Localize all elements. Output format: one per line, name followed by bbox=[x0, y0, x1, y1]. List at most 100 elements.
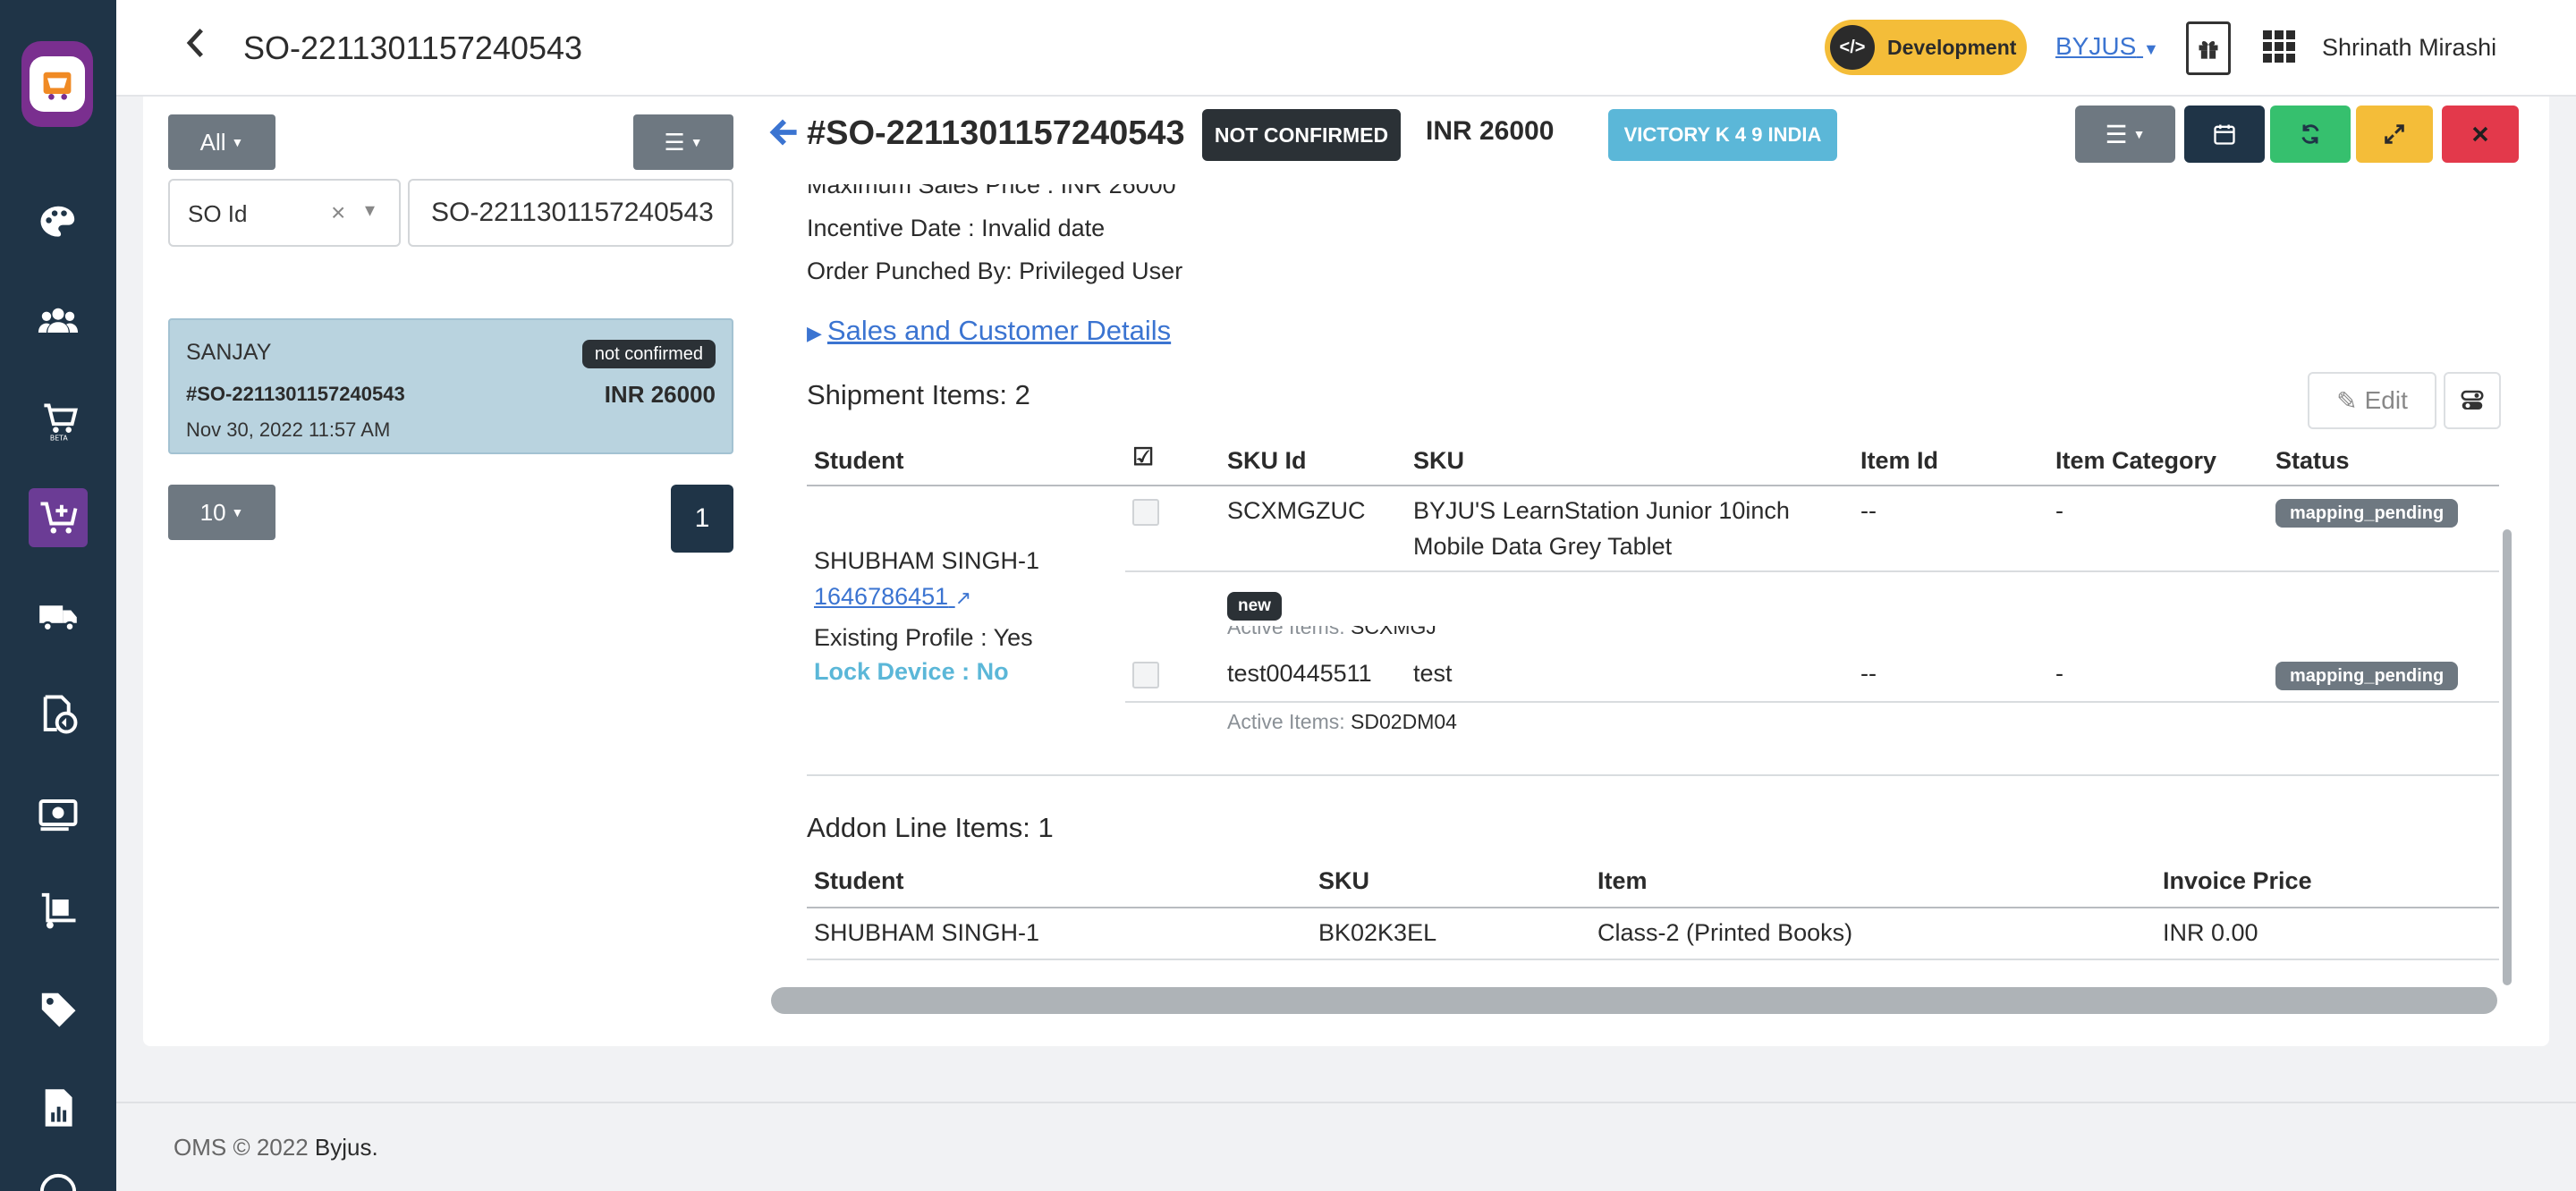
edit-button[interactable]: ✎ Edit bbox=[2308, 372, 2436, 429]
addon-sku: BK02K3EL bbox=[1318, 919, 1437, 946]
sales-link-label: Sales and Customer Details bbox=[826, 315, 1172, 346]
app-logo[interactable] bbox=[21, 41, 93, 127]
toggle-icon bbox=[2461, 390, 2484, 410]
shipment-items-title: Shipment Items: 2 bbox=[807, 379, 1030, 410]
msp-info: Maximum Sales Price : INR 26000 bbox=[807, 172, 1176, 198]
order-list-item[interactable]: SANJAY not confirmed #SO-221130115724054… bbox=[168, 318, 733, 454]
detail-amount: INR 26000 bbox=[1426, 116, 1555, 146]
close-button[interactable] bbox=[2442, 106, 2519, 163]
addon-student: SHUBHAM SINGH-1 bbox=[814, 919, 1040, 946]
row-item-id: -- bbox=[1860, 497, 1877, 524]
code-icon: </> bbox=[1830, 25, 1875, 70]
gift-button[interactable] bbox=[2186, 21, 2231, 75]
existing-profile: Existing Profile : Yes bbox=[814, 624, 1033, 651]
row-sku-line1: BYJU'S LearnStation Junior 10inch bbox=[1413, 497, 1790, 524]
student-phone-link[interactable]: 1646786451 ↗ bbox=[814, 583, 971, 611]
horizontal-scrollbar[interactable] bbox=[771, 987, 2497, 1014]
clear-icon[interactable]: × bbox=[331, 198, 345, 227]
users-icon[interactable] bbox=[29, 291, 88, 351]
list-menu-dropdown[interactable]: ☰ ▼ bbox=[633, 114, 733, 170]
vertical-scrollbar[interactable] bbox=[2503, 529, 2512, 985]
actions-menu-button[interactable]: ☰ ▼ bbox=[2075, 106, 2175, 163]
store-badge: VICTORY K 4 9 INDIA bbox=[1608, 109, 1837, 161]
sales-customer-details-toggle[interactable]: ▶ Sales and Customer Details bbox=[807, 315, 1171, 347]
calendar-button[interactable] bbox=[2184, 106, 2265, 163]
environment-badge: </> Development bbox=[1825, 20, 2027, 75]
order-so-id: #SO-2211301157240543 bbox=[186, 383, 405, 405]
row-item-id: -- bbox=[1860, 660, 1877, 687]
search-field-value: SO Id bbox=[188, 200, 248, 227]
row-sku-line1: test bbox=[1413, 660, 1453, 687]
money-icon[interactable] bbox=[29, 783, 88, 842]
footer-divider bbox=[116, 1102, 2576, 1103]
org-dropdown[interactable]: BYJUS ▼ bbox=[2055, 32, 2159, 61]
user-menu[interactable]: Shrinath Mirashi bbox=[2322, 34, 2496, 62]
refresh-button[interactable] bbox=[2270, 106, 2351, 163]
svg-text:BETA: BETA bbox=[50, 434, 68, 442]
caret-down-icon: ▼ bbox=[2143, 40, 2159, 58]
order-amount: INR 26000 bbox=[604, 381, 716, 408]
caret-down-icon: ▼ bbox=[231, 505, 244, 519]
row-status-badge: mapping_pending bbox=[2275, 499, 2459, 528]
addon-invoice-price: INR 0.00 bbox=[2163, 919, 2258, 946]
table-header-divider bbox=[807, 485, 2499, 486]
punched-by-info: Order Punched By: Privileged User bbox=[807, 258, 1183, 284]
order-date: Nov 30, 2022 11:57 AM bbox=[186, 418, 391, 441]
truck-icon[interactable] bbox=[29, 587, 88, 646]
row-item-category: - bbox=[2055, 660, 2063, 687]
select-all-checkbox-icon[interactable]: ☑ bbox=[1132, 443, 1154, 471]
search-field-select[interactable]: SO Id × ▾ bbox=[168, 179, 401, 247]
active-items-value: SCXMGJ bbox=[1351, 615, 1436, 638]
returns-icon[interactable] bbox=[29, 685, 88, 744]
row-divider bbox=[1125, 570, 2499, 572]
footer-brand: Byjus. bbox=[314, 1134, 378, 1161]
help-icon[interactable] bbox=[29, 1162, 88, 1191]
filter-all-dropdown[interactable]: All ▼ bbox=[168, 114, 275, 170]
hamburger-icon: ☰ bbox=[664, 128, 685, 156]
student-phone: 1646786451 bbox=[814, 583, 949, 610]
row-status-badge: mapping_pending bbox=[2275, 662, 2459, 690]
page-size-dropdown[interactable]: 10 ▼ bbox=[168, 485, 275, 540]
page-size-label: 10 bbox=[199, 498, 226, 526]
sidebar: BETA bbox=[0, 0, 116, 1191]
content-card: All ▼ ☰ ▼ SO Id × ▾ SANJAY not confirmed… bbox=[143, 97, 2549, 1046]
order-customer: SANJAY bbox=[186, 340, 272, 365]
tag-icon[interactable] bbox=[29, 980, 88, 1039]
row-checkbox[interactable] bbox=[1132, 499, 1159, 526]
back-chevron-icon[interactable] bbox=[184, 27, 220, 66]
cart-plus-icon[interactable] bbox=[29, 488, 88, 547]
addon-row-divider bbox=[807, 959, 2499, 960]
footer-copyright: OMS © 2022 bbox=[174, 1134, 309, 1161]
addon-col-student: Student bbox=[814, 867, 904, 894]
caret-right-icon: ▶ bbox=[807, 322, 822, 344]
palette-icon[interactable] bbox=[29, 193, 88, 252]
caret-down-icon: ▼ bbox=[2132, 127, 2146, 141]
expand-button[interactable] bbox=[2356, 106, 2433, 163]
top-header: SO-2211301157240543 </> Development BYJU… bbox=[116, 0, 2576, 97]
row-sku-line2: Mobile Data Grey Tablet bbox=[1413, 533, 1673, 560]
cart-logo-icon bbox=[43, 72, 72, 100]
pencil-icon: ✎ bbox=[2336, 386, 2358, 415]
new-badge: new bbox=[1227, 592, 1282, 621]
lock-device: Lock Device : No bbox=[814, 658, 1009, 685]
apps-grid-icon[interactable] bbox=[2263, 30, 2295, 63]
search-input[interactable] bbox=[408, 179, 733, 247]
pagination-page-1[interactable]: 1 bbox=[671, 485, 733, 553]
col-student: Student bbox=[814, 447, 904, 474]
caret-down-icon: ▼ bbox=[231, 135, 244, 149]
row-checkbox[interactable] bbox=[1132, 662, 1159, 688]
beta-store-icon[interactable]: BETA bbox=[29, 390, 88, 449]
refresh-icon bbox=[2301, 124, 2319, 144]
row-item-category: - bbox=[2055, 497, 2063, 524]
active-items-sub: Active Items: SD02DM04 bbox=[1227, 710, 1457, 734]
active-items-label: Active Items: bbox=[1227, 710, 1345, 733]
report-icon[interactable] bbox=[29, 1078, 88, 1137]
back-arrow-icon[interactable] bbox=[769, 114, 805, 159]
row-sku-id: SCXMGZUC bbox=[1227, 497, 1366, 524]
footer: OMS © 2022 Byjus. bbox=[174, 1134, 378, 1161]
col-item-category: Item Category bbox=[2055, 447, 2217, 474]
addon-col-item: Item bbox=[1597, 867, 1648, 894]
dolly-icon[interactable] bbox=[29, 882, 88, 941]
toggle-columns-button[interactable] bbox=[2444, 372, 2501, 429]
caret-down-icon[interactable]: ▾ bbox=[365, 198, 375, 222]
